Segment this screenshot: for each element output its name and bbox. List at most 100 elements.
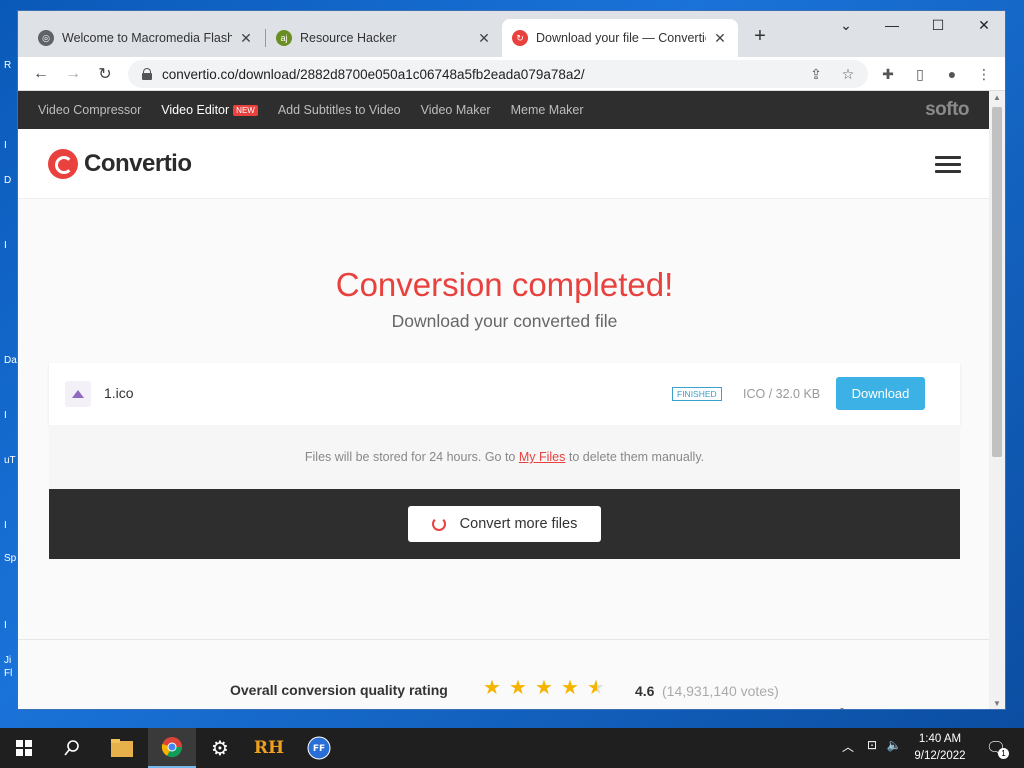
convert-more-bar: Convert more files: [49, 489, 960, 559]
rating-row: Overall conversion quality rating ★ ★ ★ …: [18, 678, 991, 703]
close-icon[interactable]: ✕: [238, 30, 254, 47]
page-scrollbar[interactable]: ▲ ▼: [989, 91, 1005, 709]
tab-convertio[interactable]: ↻ Download your file — Convertio ✕: [502, 19, 738, 57]
nav-meme-maker[interactable]: Meme Maker: [511, 103, 584, 117]
file-explorer-icon[interactable]: [98, 728, 146, 768]
divider: [18, 639, 991, 640]
extensions-icon[interactable]: ✚: [878, 64, 898, 84]
minimize-button[interactable]: —: [880, 17, 904, 33]
convert-more-button[interactable]: Convert more files: [408, 506, 601, 542]
clock-time: 1:40 AM: [918, 733, 962, 745]
close-icon[interactable]: ✕: [712, 30, 728, 47]
hand-cursor-icon: [840, 708, 844, 709]
tab-macromedia[interactable]: ◎ Welcome to Macromedia Flash MX ✕: [28, 19, 264, 57]
tab-label: Resource Hacker: [300, 31, 397, 45]
maximize-button[interactable]: ☐: [926, 17, 950, 34]
tab-resource-hacker[interactable]: aj Resource Hacker ✕: [266, 19, 502, 57]
storage-note: Files will be stored for 24 hours. Go to…: [49, 425, 960, 489]
desktop-icon-label[interactable]: I: [4, 620, 7, 631]
bookmark-star-icon[interactable]: ☆: [838, 64, 858, 84]
settings-gear-icon[interactable]: ⚙: [196, 728, 244, 768]
note-suffix: to delete them manually.: [565, 450, 705, 464]
desktop-icon-label[interactable]: Ji: [4, 655, 11, 666]
nav-label: Video Compressor: [38, 103, 142, 117]
chrome-icon[interactable]: [148, 728, 196, 768]
back-icon[interactable]: ←: [30, 63, 52, 85]
desktop-icon-label[interactable]: I: [4, 410, 7, 421]
tab-label: Welcome to Macromedia Flash MX: [62, 31, 232, 45]
half-star-icon[interactable]: ★: [587, 678, 605, 698]
download-button[interactable]: Download: [836, 377, 925, 410]
profile-avatar-icon[interactable]: ●: [942, 64, 962, 84]
menu-kebab-icon[interactable]: ⋮: [974, 64, 994, 84]
nav-label: Add Subtitles to Video: [277, 103, 401, 117]
share-icon[interactable]: ⇪: [806, 64, 826, 84]
taskbar: ⚙ RH FF ︿ ⊡ 🔈 1:40 AM 9/12/2022 🗨 1: [0, 728, 1024, 768]
resource-hacker-taskbar-icon[interactable]: RH: [245, 728, 293, 768]
search-icon[interactable]: [48, 728, 96, 768]
nav-label: Video Editor: [161, 103, 230, 117]
close-window-button[interactable]: ✕: [972, 17, 996, 34]
file-info: ICO / 32.0 KB: [743, 387, 821, 401]
new-tab-button[interactable]: +: [748, 25, 772, 48]
clock-date: 9/12/2022: [914, 750, 966, 762]
tab-strip: ◎ Welcome to Macromedia Flash MX ✕ aj Re…: [18, 11, 1005, 57]
desktop-icon-label[interactable]: D: [4, 175, 11, 186]
globe-icon: ◎: [38, 30, 54, 46]
status-badge: FINISHED: [672, 387, 722, 401]
image-file-icon: [65, 381, 91, 407]
resource-hacker-icon: aj: [276, 30, 292, 46]
convertio-logo[interactable]: Convertio: [48, 149, 192, 179]
notification-center-icon[interactable]: 🗨 1: [976, 728, 1016, 768]
system-clock[interactable]: 1:40 AM 9/12/2022: [898, 731, 982, 765]
nav-video-maker[interactable]: Video Maker: [421, 103, 491, 117]
browser-toolbar: ← → ↻ convertio.co/download/2882d8700e05…: [18, 57, 1005, 91]
forward-icon[interactable]: →: [62, 63, 84, 85]
close-icon[interactable]: ✕: [476, 30, 492, 47]
rating-votes: (14,931,140 votes): [662, 683, 779, 699]
browser-window: ◎ Welcome to Macromedia Flash MX ✕ aj Re…: [17, 10, 1006, 710]
star-icon[interactable]: ★: [561, 678, 579, 698]
scroll-up-icon[interactable]: ▲: [989, 91, 1005, 105]
desktop-icon-label[interactable]: Da: [4, 355, 17, 366]
new-badge: NEW: [233, 104, 258, 116]
logo-text: Convertio: [84, 150, 192, 177]
desktop-icon-label[interactable]: Sp: [4, 553, 16, 564]
desktop-icon-label[interactable]: uT: [4, 455, 16, 466]
nav-label: Meme Maker: [510, 103, 584, 117]
ffdec-icon[interactable]: FF: [295, 728, 343, 768]
network-icon[interactable]: ⊡: [862, 738, 882, 752]
rating-stars[interactable]: ★ ★ ★ ★ ★: [483, 678, 613, 698]
page-title: Conversion completed!: [335, 266, 674, 303]
url-text: convertio.co/download/2882d8700e050a1c06…: [162, 66, 585, 82]
star-icon[interactable]: ★: [509, 678, 527, 698]
tab-search-icon[interactable]: ⌄: [834, 17, 858, 34]
hamburger-menu-icon[interactable]: [935, 156, 961, 174]
nav-add-subtitles[interactable]: Add Subtitles to Video: [278, 103, 401, 117]
desktop-icon-label[interactable]: I: [4, 520, 7, 531]
nav-video-compressor[interactable]: Video Compressor: [38, 103, 141, 117]
desktop-icon-label[interactable]: Fl: [4, 668, 12, 679]
site-header: Convertio: [18, 129, 991, 199]
scroll-thumb[interactable]: [992, 107, 1002, 457]
softo-logo[interactable]: softo: [925, 99, 969, 121]
windows-start-icon[interactable]: [0, 728, 48, 768]
file-name: 1.ico: [104, 385, 134, 401]
star-icon[interactable]: ★: [483, 678, 501, 698]
my-files-link[interactable]: My Files: [519, 450, 566, 464]
star-icon[interactable]: ★: [535, 678, 553, 698]
convertio-logo-icon: [48, 149, 78, 179]
page-subtitle: Download your converted file: [391, 311, 618, 331]
convertio-icon: ↻: [512, 30, 528, 46]
desktop-icon-label[interactable]: R: [4, 60, 11, 71]
desktop-icon-label[interactable]: I: [4, 140, 7, 151]
scroll-down-icon[interactable]: ▼: [989, 697, 1005, 709]
side-panel-icon[interactable]: ▯: [910, 64, 930, 84]
address-bar[interactable]: convertio.co/download/2882d8700e050a1c06…: [128, 60, 868, 88]
tab-label: Download your file — Convertio: [536, 31, 706, 45]
nav-video-editor[interactable]: Video Editor NEW: [161, 103, 258, 117]
show-hidden-icons-icon[interactable]: ︿: [838, 738, 858, 755]
rating-label: Overall conversion quality rating: [230, 682, 448, 698]
reload-icon[interactable]: ↻: [94, 63, 116, 85]
desktop-icon-label[interactable]: I: [4, 240, 7, 251]
